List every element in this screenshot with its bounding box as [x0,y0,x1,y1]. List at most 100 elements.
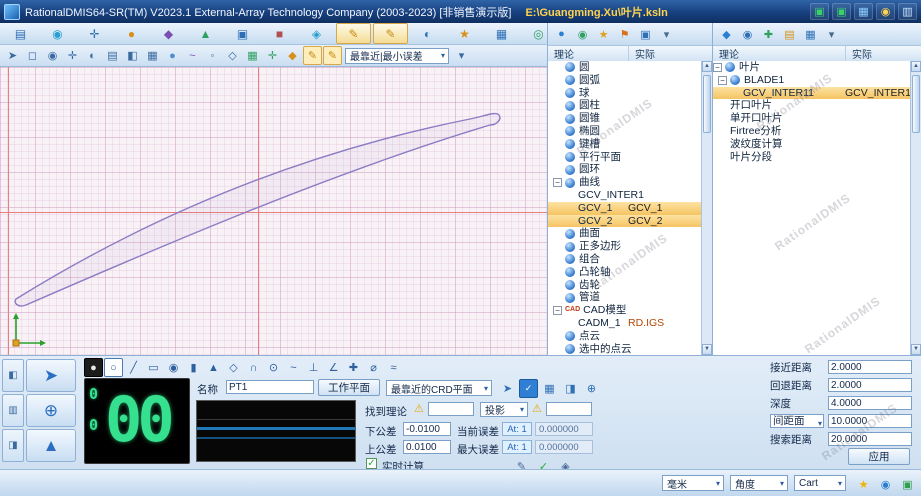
measure-pen-icon[interactable]: ✎ [303,46,322,65]
layers-icon[interactable]: ▦ [801,25,820,44]
tab-program[interactable]: ■ [262,23,297,44]
view-iso-icon[interactable]: ◧ [123,46,142,65]
scrollbar-thumb[interactable] [912,75,920,133]
tree-item[interactable]: 凸轮轴 [548,266,701,279]
tree-item[interactable]: CADM_1 RD.IGS [548,317,701,330]
tree-item[interactable]: − 曲线 [548,176,701,189]
lower-tolerance-input[interactable] [403,422,451,436]
actual-column-header[interactable]: 实际 [845,46,921,61]
tree-item[interactable]: 选中的点云 [548,343,701,355]
mode-sphere-icon[interactable]: ◉ [164,358,183,377]
param-input[interactable] [828,432,912,446]
mode-curve-icon[interactable]: ~ [284,358,303,377]
tree-item[interactable]: GCV_INTER11 GCV_INTER11 [713,86,910,100]
zoom-fit-icon[interactable]: ◉ [43,46,62,65]
dro-status-icon[interactable]: ▣ [898,475,917,494]
mode-perpendicular-icon[interactable]: ⊥ [304,358,323,377]
tree-item[interactable]: 圆弧 [548,74,701,87]
alarm-icon[interactable]: ◉ [876,3,895,20]
feature-ball-icon[interactable]: ● [552,25,571,44]
expander-icon[interactable]: − [553,178,562,188]
param-input[interactable] [828,396,912,410]
vector-mode-icon[interactable]: ➤ [498,379,517,398]
axis-icon[interactable]: ✛ [263,46,282,65]
theory-column-header[interactable]: 理论 [713,46,845,61]
mode-diameter-icon[interactable]: ⌀ [364,358,383,377]
edit-pen-icon[interactable]: ✎ [323,46,342,65]
tool-view-mini-icon[interactable]: ◨ [2,429,24,462]
upper-tolerance-input[interactable] [403,440,451,454]
tree-item[interactable]: 平行平面 [548,151,701,164]
tree-item[interactable]: 开口叶片 [713,99,910,112]
mode-circle-icon[interactable]: ○ [104,358,123,377]
label-display-icon[interactable]: ◇ [223,46,242,65]
expander-icon[interactable]: − [713,62,722,72]
expander-icon[interactable]: − [718,75,727,85]
alert-star-icon[interactable]: ★ [854,475,873,494]
rotate-view-icon[interactable]: ◐ [83,46,102,65]
tree-item[interactable]: 波纹度计算 [713,138,910,151]
tree-item[interactable]: 组合 [548,253,701,266]
feature-name-input[interactable] [226,380,314,394]
mode-cylinder-icon[interactable]: ▮ [184,358,203,377]
tree-item[interactable]: 管道 [548,291,701,304]
network-monitor-icon[interactable]: ▣ [832,3,851,20]
remote-desktop-icon[interactable]: ▣ [810,3,829,20]
tree-item[interactable]: 球 [548,87,701,100]
star-icon[interactable]: ★ [594,25,613,44]
apply-button[interactable]: 应用 [848,448,910,465]
tab-scan[interactable]: ✎ [336,23,371,44]
scroll-up-icon[interactable]: ▲ [702,61,712,72]
coordinate-system-combo[interactable]: Cart [794,475,846,491]
shaded-icon[interactable]: ● [163,46,182,65]
view-front-icon[interactable]: ▤ [103,46,122,65]
expander-icon[interactable]: − [553,306,562,316]
tab-measure[interactable]: ● [114,23,149,44]
mode-arc-icon[interactable]: ∩ [244,358,263,377]
blade-tool-icon[interactable]: ◆ [717,25,736,44]
tree-item[interactable]: 点云 [548,330,701,343]
tab-coordinate[interactable]: ✛ [77,23,112,44]
wireframe-icon[interactable]: ▦ [143,46,162,65]
grid-icon[interactable]: ▦ [243,46,262,65]
angle-combo[interactable]: 角度 [730,475,788,491]
scroll-down-icon[interactable]: ▼ [911,344,921,355]
mode-ellipse-icon[interactable]: ◇ [224,358,243,377]
chart-icon[interactable]: ▤ [780,25,799,44]
tree-item[interactable]: 齿轮 [548,279,701,292]
param-input[interactable] [828,378,912,392]
mode-scan-icon[interactable]: ≈ [384,358,403,377]
evaluate-icon[interactable]: ◉ [573,25,592,44]
projection-input[interactable] [546,402,592,416]
tab-file[interactable]: ▤ [3,23,38,44]
tree-item[interactable]: GCV_1 GCV_1 [548,201,701,215]
tab-view[interactable]: ◐ [410,23,445,44]
edge-mode-icon[interactable]: ◨ [561,379,580,398]
param-combo[interactable]: 间距面 [770,414,824,430]
tree-item[interactable]: GCV_2 GCV_2 [548,214,701,228]
tab-construct[interactable]: ◆ [151,23,186,44]
tree-item[interactable]: Firtree分析 [713,125,910,138]
param-input[interactable] [828,414,912,428]
tab-annotate[interactable]: ✎ [373,23,408,44]
tab-probe[interactable]: ◉ [40,23,75,44]
stats-icon[interactable]: ▦ [854,3,873,20]
work-plane-button[interactable]: 工作平面 [318,379,380,396]
mode-torus-icon[interactable]: ⊙ [264,358,283,377]
units-combo[interactable]: 毫米 [662,475,724,491]
param-input[interactable] [828,360,912,374]
mode-construct-icon[interactable]: ✚ [344,358,363,377]
point-display-icon[interactable]: ◦ [203,46,222,65]
eye-icon[interactable]: ◉ [738,25,757,44]
panel-more-icon[interactable]: ▾ [822,25,841,44]
tab-analysis[interactable]: ★ [447,23,482,44]
tab-report[interactable]: ▣ [225,23,260,44]
tree-item[interactable]: 椭圆 [548,125,701,138]
zoom-window-icon[interactable]: ◻ [23,46,42,65]
report-item-icon[interactable]: ▣ [636,25,655,44]
flag-icon[interactable]: ⚑ [615,25,634,44]
tree-item[interactable]: 正多边形 [548,240,701,253]
tab-tolerance[interactable]: ▲ [188,23,223,44]
find-theory-input[interactable] [428,402,474,416]
tree-item[interactable]: 曲面 [548,227,701,240]
